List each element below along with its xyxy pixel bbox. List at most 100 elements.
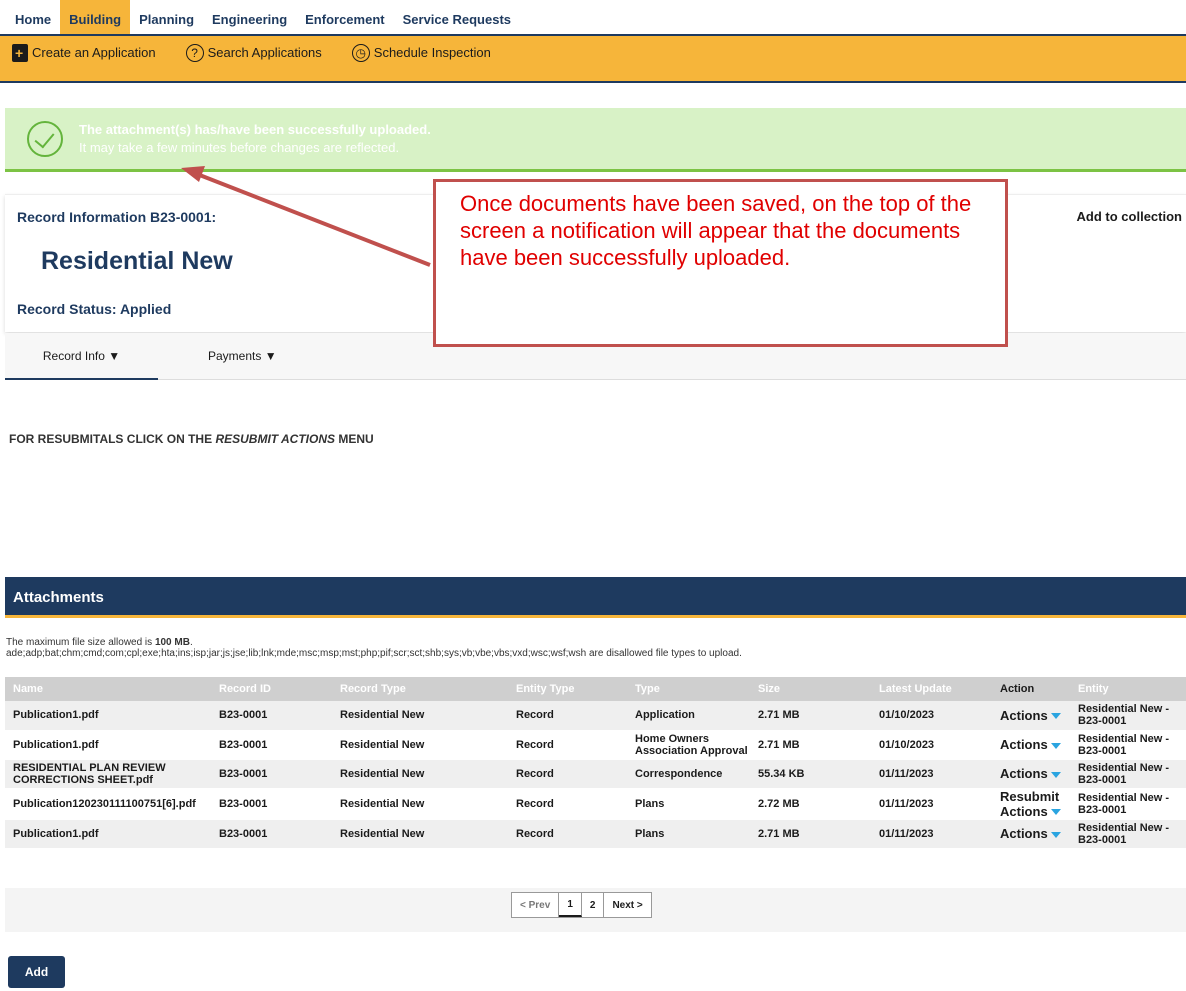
- resubmit-note-emphasis: RESUBMIT ACTIONS: [215, 432, 335, 446]
- record-type-cell: Residential New: [332, 730, 508, 760]
- column-header-type[interactable]: Type: [627, 677, 750, 701]
- entity-cell: Residential New - B23-0001: [1070, 819, 1186, 849]
- column-header-record-id[interactable]: Record ID: [211, 677, 332, 701]
- success-message-line2: It may take a few minutes before changes…: [79, 139, 400, 155]
- caret-down-icon: [1050, 742, 1061, 749]
- column-header-entity-type[interactable]: Entity Type: [508, 677, 627, 701]
- table-row: Publication1.pdf B23-0001 Residential New R…: [5, 819, 1186, 849]
- column-header-record-type[interactable]: Record Type: [332, 677, 508, 701]
- actions-menu-button[interactable]: Actions: [1000, 766, 1061, 781]
- size-cell: 55.34 KB: [750, 759, 871, 789]
- actions-menu-label: Actions: [1000, 826, 1048, 841]
- caret-down-icon: [1050, 831, 1061, 838]
- page-2-button[interactable]: 2: [582, 893, 605, 917]
- file-name-link[interactable]: RESIDENTIAL PLAN REVIEW CORRECTIONS SHEE…: [5, 759, 211, 789]
- table-header-row: Name Record ID Record Type Entity Type T…: [5, 677, 1186, 701]
- entity-type-cell: Record: [508, 730, 627, 760]
- file-name-link[interactable]: Publication1.pdf: [5, 730, 211, 760]
- callout-annotation: Once documents have been saved, on the t…: [433, 179, 1008, 347]
- sub-nav: Create an Application ? Search Applicati…: [0, 34, 1186, 83]
- clock-icon: ◷: [351, 43, 370, 62]
- file-name-link[interactable]: Publication1.pdf: [5, 701, 211, 731]
- entity-type-cell: Record: [508, 788, 627, 820]
- record-title: Residential New: [41, 247, 233, 275]
- entity-cell: Residential New - B23-0001: [1070, 730, 1186, 760]
- record-status: Record Status: Applied: [17, 301, 172, 317]
- record-id-cell: B23-0001: [211, 759, 332, 789]
- actions-menu-label: Actions: [1000, 803, 1048, 819]
- tab-payments[interactable]: Payments ▼: [208, 349, 277, 363]
- table-row: Publication120230111100751[6].pdf B23-000…: [5, 788, 1186, 820]
- column-header-name[interactable]: Name: [5, 677, 211, 701]
- actions-menu-button[interactable]: Actions: [1000, 804, 1061, 819]
- action-cell: Resubmit Actions: [992, 788, 1070, 820]
- resubmit-note: FOR RESUBMITALS CLICK ON THE RESUBMIT AC…: [9, 432, 374, 446]
- pagination-row: < Prev 1 2 Next >: [5, 888, 1186, 932]
- column-header-latest-update[interactable]: Latest Update: [871, 677, 992, 701]
- max-size-prefix: The maximum file size allowed is: [6, 637, 155, 648]
- resubmit-note-prefix: FOR RESUBMITALS CLICK ON THE: [9, 432, 216, 446]
- table-row: Publication1.pdf B23-0001 Residential New R…: [5, 701, 1186, 731]
- latest-update-cell: 01/10/2023: [871, 701, 992, 731]
- record-info-label: Record Information B23-0001:: [17, 209, 217, 225]
- max-size-suffix: .: [189, 637, 193, 648]
- record-type-cell: Residential New: [332, 788, 508, 820]
- create-application-link[interactable]: Create an Application: [12, 43, 156, 62]
- action-cell: Actions: [992, 730, 1070, 760]
- actions-menu-label: Actions: [1000, 707, 1048, 723]
- actions-menu-button[interactable]: Actions: [1000, 737, 1061, 752]
- add-to-collection-link[interactable]: Add to collection: [1077, 209, 1182, 224]
- page-1-button[interactable]: 1: [559, 893, 582, 917]
- entity-type-cell: Record: [508, 701, 627, 731]
- record-type-cell: Residential New: [332, 819, 508, 849]
- column-header-size[interactable]: Size: [750, 677, 871, 701]
- size-cell: 2.72 MB: [750, 788, 871, 820]
- latest-update-cell: 01/11/2023: [871, 788, 992, 820]
- actions-menu-label: Actions: [1000, 737, 1048, 752]
- table-row: RESIDENTIAL PLAN REVIEW CORRECTIONS SHEE…: [5, 759, 1186, 789]
- nav-tab-building[interactable]: Building: [60, 0, 131, 34]
- prev-page-button[interactable]: < Prev: [512, 893, 560, 917]
- entity-cell: Residential New - B23-0001: [1070, 701, 1186, 731]
- record-type-cell: Residential New: [332, 701, 508, 731]
- new-document-icon: [12, 43, 28, 62]
- actions-menu-label: Actions: [1000, 766, 1048, 781]
- schedule-inspection-label: Schedule Inspection: [373, 45, 491, 60]
- nav-tab-home[interactable]: Home: [6, 0, 60, 34]
- caret-down-icon: [1050, 809, 1061, 816]
- actions-menu-button[interactable]: Actions: [1000, 826, 1061, 841]
- next-page-button[interactable]: Next >: [604, 893, 650, 917]
- success-message-line1: The attachment(s) has/have been successf…: [79, 121, 431, 137]
- schedule-inspection-link[interactable]: ◷ Schedule Inspection: [351, 43, 491, 62]
- latest-update-cell: 01/10/2023: [871, 730, 992, 760]
- nav-tab-enforcement[interactable]: Enforcement: [296, 0, 393, 34]
- file-name-link[interactable]: Publication120230111100751[6].pdf: [5, 788, 211, 820]
- tab-record-info[interactable]: Record Info ▼: [5, 333, 158, 380]
- document-type-cell: Correspondence: [627, 759, 750, 789]
- file-name-link[interactable]: Publication1.pdf: [5, 819, 211, 849]
- record-id-cell: B23-0001: [211, 701, 332, 731]
- resubmit-action-label[interactable]: Resubmit: [1000, 789, 1070, 804]
- add-attachment-button[interactable]: Add: [8, 956, 65, 988]
- column-header-entity[interactable]: Entity: [1070, 677, 1186, 701]
- action-cell: Actions: [992, 819, 1070, 849]
- entity-cell: Residential New - B23-0001: [1070, 759, 1186, 789]
- entity-type-cell: Record: [508, 759, 627, 789]
- nav-tab-service-requests[interactable]: Service Requests: [394, 0, 520, 34]
- create-application-label: Create an Application: [32, 45, 156, 60]
- size-cell: 2.71 MB: [750, 701, 871, 731]
- caret-down-icon: [1050, 771, 1061, 778]
- nav-tab-planning[interactable]: Planning: [130, 0, 203, 34]
- table-row: Publication1.pdf B23-0001 Residential New R…: [5, 730, 1186, 760]
- size-cell: 2.71 MB: [750, 730, 871, 760]
- search-applications-link[interactable]: ? Search Applications: [185, 43, 322, 62]
- size-cell: 2.71 MB: [750, 819, 871, 849]
- record-id-cell: B23-0001: [211, 730, 332, 760]
- success-banner: The attachment(s) has/have been successf…: [5, 108, 1186, 172]
- actions-menu-button[interactable]: Actions: [1000, 708, 1061, 723]
- record-id-cell: B23-0001: [211, 788, 332, 820]
- record-id-cell: B23-0001: [211, 819, 332, 849]
- search-applications-label: Search Applications: [207, 45, 322, 60]
- success-message: The attachment(s) has/have been successf…: [79, 121, 431, 157]
- nav-tab-engineering[interactable]: Engineering: [203, 0, 296, 34]
